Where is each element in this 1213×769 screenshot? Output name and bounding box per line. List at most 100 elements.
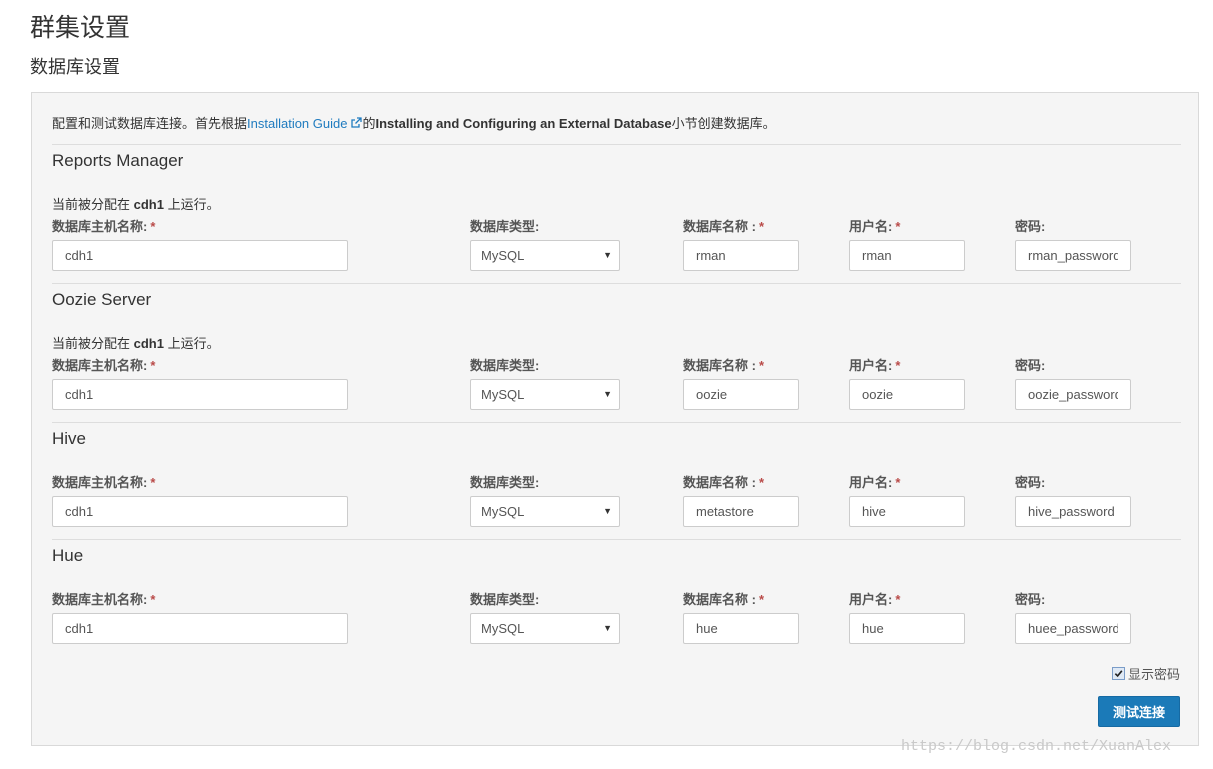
db-name-label-text: 数据库名称 :: [683, 592, 756, 607]
type-label: 数据库类型:: [470, 472, 539, 491]
user-label-text: 用户名:: [849, 592, 893, 607]
required-marker: *: [758, 358, 765, 373]
intro-text: 配置和测试数据库连接。首先根据Installation Guide 的Instal…: [52, 113, 776, 132]
required-marker: *: [895, 592, 901, 607]
assignment-suffix: 上运行。: [163, 197, 220, 212]
user-label: 用户名: *: [849, 472, 900, 491]
password-input[interactable]: [1015, 379, 1131, 410]
assignment-suffix: 上运行。: [163, 336, 220, 351]
database-type-value: MySQL: [481, 621, 525, 636]
required-marker: *: [150, 592, 156, 607]
required-marker: *: [150, 358, 156, 373]
host-input[interactable]: [52, 496, 348, 527]
host-label: 数据库主机名称: *: [52, 216, 155, 235]
required-marker: *: [150, 219, 156, 234]
type-label: 数据库类型:: [470, 355, 539, 374]
role-name: Reports Manager: [52, 151, 184, 170]
database-type-select[interactable]: MySQL ▼: [470, 379, 620, 410]
intro-mid: 的: [362, 116, 376, 131]
user-label: 用户名: *: [849, 216, 900, 235]
caret-down-icon: ▼: [603, 623, 612, 633]
db-name-label: 数据库名称 : *: [683, 589, 764, 608]
role-name: Hue: [52, 546, 84, 565]
database-type-value: MySQL: [481, 387, 525, 402]
required-marker: *: [758, 592, 765, 607]
host-label-text: 数据库主机名称:: [52, 592, 148, 607]
user-input[interactable]: [849, 240, 965, 271]
user-label-text: 用户名:: [849, 358, 893, 373]
database-type-select[interactable]: MySQL ▼: [470, 240, 620, 271]
host-label-text: 数据库主机名称:: [52, 475, 148, 490]
host-label-text: 数据库主机名称:: [52, 219, 148, 234]
database-type-value: MySQL: [481, 504, 525, 519]
db-name-input[interactable]: [683, 240, 799, 271]
user-input[interactable]: [849, 613, 965, 644]
user-label-text: 用户名:: [849, 219, 893, 234]
required-marker: *: [758, 475, 765, 490]
database-type-select[interactable]: MySQL ▼: [470, 496, 620, 527]
host-input[interactable]: [52, 240, 348, 271]
password-label: 密码:: [1015, 472, 1045, 491]
assignment-host: cdh1: [133, 336, 164, 351]
host-label: 数据库主机名称: *: [52, 589, 155, 608]
required-marker: *: [895, 358, 901, 373]
assignment-prefix: 当前被分配在: [52, 336, 134, 351]
installation-guide-link[interactable]: Installation Guide: [247, 116, 363, 131]
host-input[interactable]: [52, 613, 348, 644]
db-name-label-text: 数据库名称 :: [683, 358, 756, 373]
caret-down-icon: ▼: [603, 250, 612, 260]
role-assignment: 当前被分配在 cdh1 上运行。: [52, 194, 220, 213]
caret-down-icon: ▼: [603, 506, 612, 516]
password-label-text: 密码:: [1015, 219, 1046, 234]
role-name: Oozie Server: [52, 290, 152, 309]
password-input[interactable]: [1015, 496, 1131, 527]
user-label-text: 用户名:: [849, 475, 893, 490]
required-marker: *: [150, 475, 156, 490]
password-label-text: 密码:: [1015, 592, 1046, 607]
db-name-input[interactable]: [683, 379, 799, 410]
user-input[interactable]: [849, 379, 965, 410]
user-input[interactable]: [849, 496, 965, 527]
type-label-text: 数据库类型:: [470, 592, 540, 607]
type-label-text: 数据库类型:: [470, 219, 540, 234]
show-password-label: 显示密码: [1127, 667, 1180, 682]
database-type-select[interactable]: MySQL ▼: [470, 613, 620, 644]
checkmark-icon: [1114, 670, 1123, 678]
db-name-input[interactable]: [683, 496, 799, 527]
test-connection-button[interactable]: 测试连接: [1098, 696, 1180, 727]
show-password-toggle[interactable]: 显示密码: [1111, 664, 1180, 683]
required-marker: *: [895, 475, 901, 490]
database-settings-panel: 配置和测试数据库连接。首先根据Installation Guide 的Instal…: [31, 92, 1199, 746]
password-label: 密码:: [1015, 216, 1045, 235]
section-divider: [52, 283, 1181, 284]
host-label-text: 数据库主机名称:: [52, 358, 148, 373]
db-name-label: 数据库名称 : *: [683, 355, 764, 374]
password-input[interactable]: [1015, 613, 1131, 644]
page-title: 群集设置: [30, 14, 131, 42]
required-marker: *: [895, 219, 901, 234]
watermark: https://blog.csdn.net/XuanAlex: [901, 738, 1172, 755]
db-name-label: 数据库名称 : *: [683, 472, 764, 491]
user-label: 用户名: *: [849, 355, 900, 374]
installation-guide-link-label: Installation Guide: [247, 116, 348, 131]
role-name: Hive: [52, 429, 87, 448]
host-label: 数据库主机名称: *: [52, 355, 155, 374]
db-name-label-text: 数据库名称 :: [683, 475, 756, 490]
password-label-text: 密码:: [1015, 358, 1046, 373]
section-divider: [52, 144, 1181, 145]
caret-down-icon: ▼: [603, 389, 612, 399]
show-password-checkbox[interactable]: [1111, 667, 1125, 680]
db-name-label-text: 数据库名称 :: [683, 219, 756, 234]
user-label: 用户名: *: [849, 589, 900, 608]
password-input[interactable]: [1015, 240, 1131, 271]
db-name-input[interactable]: [683, 613, 799, 644]
database-type-value: MySQL: [481, 248, 525, 263]
type-label-text: 数据库类型:: [470, 358, 540, 373]
section-divider: [52, 539, 1181, 540]
intro-suffix: 小节创建数据库。: [671, 116, 776, 131]
assignment-prefix: 当前被分配在: [52, 197, 134, 212]
section-title: 数据库设置: [30, 57, 120, 77]
password-label: 密码:: [1015, 589, 1045, 608]
password-label: 密码:: [1015, 355, 1045, 374]
host-input[interactable]: [52, 379, 348, 410]
